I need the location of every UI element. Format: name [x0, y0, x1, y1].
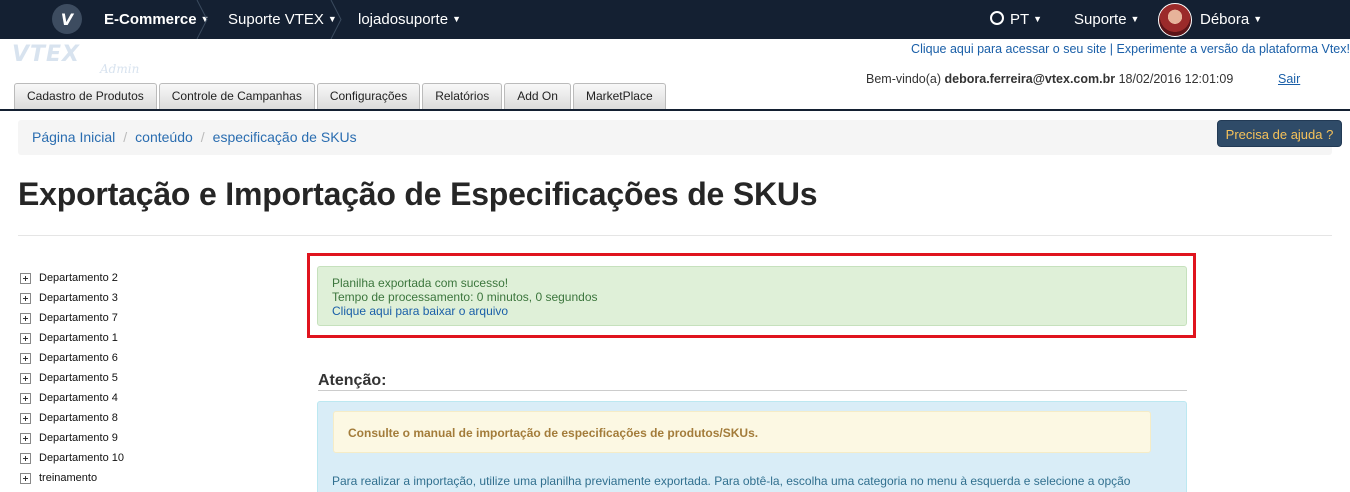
tree-item[interactable]: Departamento 1 — [20, 328, 124, 348]
user-email: debora.ferreira@vtex.com.br — [944, 72, 1116, 86]
tree-item[interactable]: Departamento 9 — [20, 428, 124, 448]
help-button[interactable]: Precisa de ajuda ? — [1217, 120, 1342, 147]
account-menu-suporte-vtex[interactable]: Suporte VTEX ▼ — [228, 0, 337, 39]
breadcrumb-separator-icon — [196, 0, 208, 39]
expand-icon[interactable] — [20, 392, 31, 404]
tree-item[interactable]: Departamento 4 — [20, 388, 124, 408]
user-menu[interactable]: Débora ▼ — [1200, 0, 1262, 39]
breadcrumb: Página Inicial / conteúdo / especificação de… — [18, 120, 1332, 155]
tree-item[interactable]: Departamento 5 — [20, 368, 124, 388]
tab-cadastro-de-produtos[interactable]: Cadastro de Produtos — [14, 83, 157, 110]
login-datetime: 18/02/2016 12:01:09 — [1118, 72, 1234, 86]
expand-icon[interactable] — [20, 452, 31, 464]
tab-configuracoes[interactable]: Configurações — [316, 83, 421, 110]
manual-warning: Consulte o manual de importação de espec… — [333, 411, 1151, 453]
vtex-logo-icon[interactable]: V — [52, 4, 82, 34]
category-tree: Departamento 2 Departamento 3 Departamen… — [20, 268, 124, 488]
tree-item[interactable]: treinamento — [20, 468, 124, 488]
page-title: Exportação e Importação de Especificaçõe… — [18, 176, 818, 212]
welcome-message: Bem-vindo(a) debora.ferreira@vtex.com.br… — [866, 72, 1234, 86]
link-divider: | — [1109, 42, 1114, 56]
expand-icon[interactable] — [20, 292, 31, 304]
main-tabs: Cadastro de Produtos Controle de Campanh… — [14, 83, 666, 110]
expand-icon[interactable] — [20, 432, 31, 444]
chevron-down-icon: ▼ — [452, 14, 461, 24]
tree-item[interactable]: Departamento 10 — [20, 448, 124, 468]
breadcrumb-conteudo[interactable]: conteúdo — [135, 129, 193, 145]
tree-item[interactable]: Departamento 2 — [20, 268, 124, 288]
success-message: Planilha exportada com sucesso! — [332, 276, 509, 290]
processing-time: Tempo de processamento: 0 minutos, 0 seg… — [332, 290, 598, 304]
expand-icon[interactable] — [20, 352, 31, 364]
success-alert: Planilha exportada com sucesso! Tempo de… — [317, 266, 1187, 326]
expand-icon[interactable] — [20, 472, 31, 484]
expand-icon[interactable] — [20, 412, 31, 424]
store-menu-lojadosuporte[interactable]: lojadosuporte ▼ — [358, 0, 461, 39]
title-divider — [18, 235, 1332, 236]
download-file-link[interactable]: Clique aqui para baixar o arquivo — [332, 304, 508, 318]
vtex-admin-logo: VTEX Admin — [12, 42, 140, 76]
tab-relatorios[interactable]: Relatórios — [422, 83, 503, 110]
account-menu-ecommerce[interactable]: E-Commerce ▼ — [104, 0, 209, 39]
tab-controle-de-campanhas[interactable]: Controle de Campanhas — [158, 83, 315, 110]
avatar[interactable] — [1158, 3, 1192, 37]
tab-marketplace[interactable]: MarketPlace — [572, 83, 666, 110]
new-platform-link[interactable]: Experimente a versão da plataforma Vtex! — [1117, 42, 1350, 56]
tree-item[interactable]: Departamento 8 — [20, 408, 124, 428]
tree-item[interactable]: Departamento 3 — [20, 288, 124, 308]
site-link[interactable]: Clique aqui para acessar o seu site — [911, 42, 1106, 56]
support-menu[interactable]: Suporte ▼ — [1074, 0, 1139, 39]
breadcrumb-home[interactable]: Página Inicial — [32, 129, 115, 145]
top-navbar: V E-Commerce ▼ Suporte VTEX ▼ lojadosuport… — [0, 0, 1350, 39]
tree-item[interactable]: Departamento 6 — [20, 348, 124, 368]
breadcrumb-separator-icon — [330, 0, 342, 39]
expand-icon[interactable] — [20, 272, 31, 284]
globe-icon — [990, 11, 1004, 25]
attention-divider — [318, 390, 1187, 391]
tree-item[interactable]: Departamento 7 — [20, 308, 124, 328]
attention-heading: Atenção: — [318, 372, 387, 389]
chevron-down-icon: ▼ — [1253, 14, 1263, 24]
expand-icon[interactable] — [20, 312, 31, 324]
breadcrumb-current[interactable]: especificação de SKUs — [213, 129, 357, 145]
chevron-down-icon: ▼ — [1033, 14, 1043, 24]
chevron-down-icon: ▼ — [1130, 14, 1140, 24]
import-instructions: Para realizar a importação, utilize uma … — [332, 474, 1131, 488]
tab-add-on[interactable]: Add On — [504, 83, 571, 110]
expand-icon[interactable] — [20, 372, 31, 384]
tabbar-divider — [0, 109, 1350, 111]
logout-link[interactable]: Sair — [1278, 72, 1300, 86]
language-menu[interactable]: PT ▼ — [1010, 0, 1042, 39]
expand-icon[interactable] — [20, 332, 31, 344]
header-links: Clique aqui para acessar o seu site | Ex… — [911, 42, 1350, 56]
